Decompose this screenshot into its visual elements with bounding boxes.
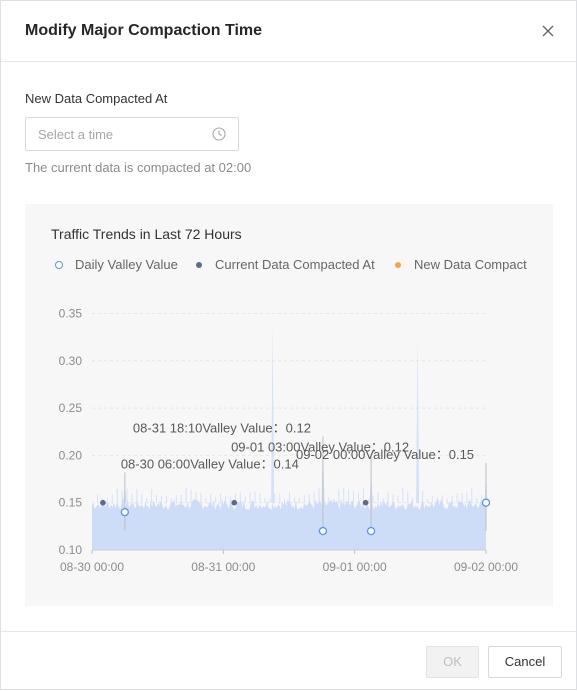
current-compaction-hint: The current data is compacted at 02:00 (25, 160, 252, 175)
y-tick-label: 0.30 (59, 354, 83, 368)
x-tick-label: 09-02 00:00 (454, 560, 518, 574)
dialog-footer: OK Cancel (1, 631, 576, 691)
y-tick-label: 0.20 (59, 448, 83, 462)
dialog-header: Modify Major Compaction Time (1, 1, 576, 62)
close-icon[interactable] (538, 21, 558, 41)
valley-annotation: 09-02 00:00Valley Value：0.15 (296, 447, 474, 462)
valley-point (120, 508, 129, 517)
ok-button[interactable]: OK (426, 646, 479, 678)
time-picker-placeholder: Select a time (38, 127, 114, 142)
dialog-title: Modify Major Compaction Time (25, 22, 263, 39)
traffic-chart: 0.35 0.30 0.25 0.20 0.15 0.10 08-30 00:00 08-31… (59, 306, 519, 574)
y-tick-label: 0.25 (59, 401, 83, 415)
clock-icon[interactable] (212, 127, 226, 141)
compaction-time-label: New Data Compacted At (25, 91, 168, 106)
x-tick-label: 08-31 00:00 (191, 560, 255, 574)
modify-compaction-dialog: Modify Major Compaction Time New Data Co… (0, 0, 577, 690)
y-tick-label: 0.15 (59, 496, 83, 510)
y-tick-label: 0.35 (59, 306, 83, 320)
valley-point (318, 526, 328, 536)
current-compaction-point (231, 499, 238, 506)
x-tick-label: 08-30 00:00 (60, 560, 124, 574)
traffic-spike (271, 322, 275, 503)
current-compaction-point (100, 499, 106, 506)
valley-point (481, 498, 491, 507)
valley-annotation: 08-31 18:10Valley Value：0.12 (133, 420, 311, 435)
y-tick-label: 0.10 (59, 543, 83, 557)
traffic-area (92, 498, 486, 550)
traffic-spike (416, 337, 420, 503)
time-picker-input[interactable]: Select a time (25, 117, 239, 151)
cancel-button[interactable]: Cancel (488, 646, 562, 678)
x-tick-label: 09-01 00:00 (323, 560, 387, 574)
valley-annotation: 08-30 06:00Valley Value：0.14 (121, 456, 299, 471)
current-compaction-point (362, 499, 369, 506)
valley-point (366, 526, 376, 536)
traffic-chart-panel: Traffic Trends in Last 72 Hours Daily Va… (25, 204, 553, 606)
